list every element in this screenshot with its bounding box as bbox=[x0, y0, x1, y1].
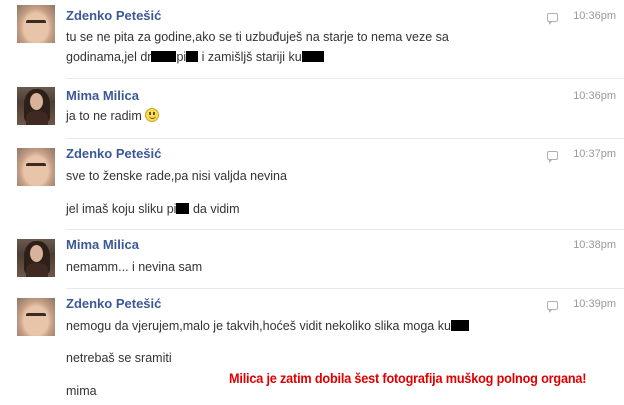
message-text-part: da vidim bbox=[189, 202, 240, 216]
divider bbox=[66, 78, 624, 79]
message-line: sve to ženske rade,pa nisi valjda nevina bbox=[66, 169, 287, 183]
smile-emoticon bbox=[145, 108, 160, 122]
censor-bar bbox=[151, 51, 177, 62]
reply-icon[interactable] bbox=[547, 151, 558, 163]
censor-bar bbox=[176, 203, 190, 214]
message-time: 10:36pm bbox=[573, 10, 616, 22]
chat-conversation: Zdenko Petešić 10:36pm tu se ne pita za … bbox=[0, 0, 624, 405]
avatar-mima[interactable] bbox=[17, 87, 55, 125]
reply-icon[interactable] bbox=[547, 13, 558, 25]
message-line: tu se ne pita za godine,ako se ti uzbuđu… bbox=[66, 30, 449, 44]
message-line: ja to ne radim bbox=[66, 109, 142, 123]
sender-name[interactable]: Zdenko Petešić bbox=[66, 296, 161, 311]
message-time: 10:36pm bbox=[573, 90, 616, 102]
divider bbox=[66, 229, 624, 230]
sender-name[interactable]: Mima Milica bbox=[66, 88, 139, 103]
caption-overlay: Milica je zatim dobila šest fotografija … bbox=[229, 371, 587, 386]
sender-name[interactable]: Zdenko Petešić bbox=[66, 8, 161, 23]
message-line: netrebaš se sramiti bbox=[66, 351, 172, 365]
reply-icon[interactable] bbox=[547, 301, 558, 313]
message-text-part: godinama,jel dr bbox=[66, 50, 152, 64]
message-time: 10:39pm bbox=[573, 298, 616, 310]
avatar-zdenko[interactable] bbox=[17, 148, 55, 186]
divider bbox=[66, 288, 624, 289]
censor-bar bbox=[450, 320, 469, 331]
message-text: nemogu da vjerujem,malo je takvih,hoćeš … bbox=[66, 316, 469, 336]
avatar-mima[interactable] bbox=[17, 239, 55, 277]
sender-name[interactable]: Zdenko Petešić bbox=[66, 146, 161, 161]
message-text-part: pi bbox=[176, 50, 187, 64]
message-text-part: i zamišljš stariji ku bbox=[198, 50, 302, 64]
message-time: 10:37pm bbox=[573, 148, 616, 160]
censor-bar bbox=[186, 51, 199, 62]
message-line: mima bbox=[66, 384, 97, 398]
avatar-zdenko[interactable] bbox=[17, 5, 55, 43]
divider bbox=[66, 138, 624, 139]
message-text-part: nemogu da vjerujem,malo je takvih,hoćeš … bbox=[66, 319, 451, 333]
avatar-zdenko[interactable] bbox=[17, 298, 55, 336]
message-text: ja to ne radim bbox=[66, 106, 160, 126]
message-line: nemamm... i nevina sam bbox=[66, 260, 203, 274]
message-time: 10:38pm bbox=[573, 239, 616, 251]
message-text: tu se ne pita za godine,ako se ti uzbuđu… bbox=[66, 27, 449, 67]
censor-bar bbox=[301, 51, 324, 62]
message-text: jel imaš koju sliku pi da vidim bbox=[66, 199, 240, 219]
sender-name[interactable]: Mima Milica bbox=[66, 237, 139, 252]
message-text-part: jel imaš koju sliku pi bbox=[66, 202, 177, 216]
